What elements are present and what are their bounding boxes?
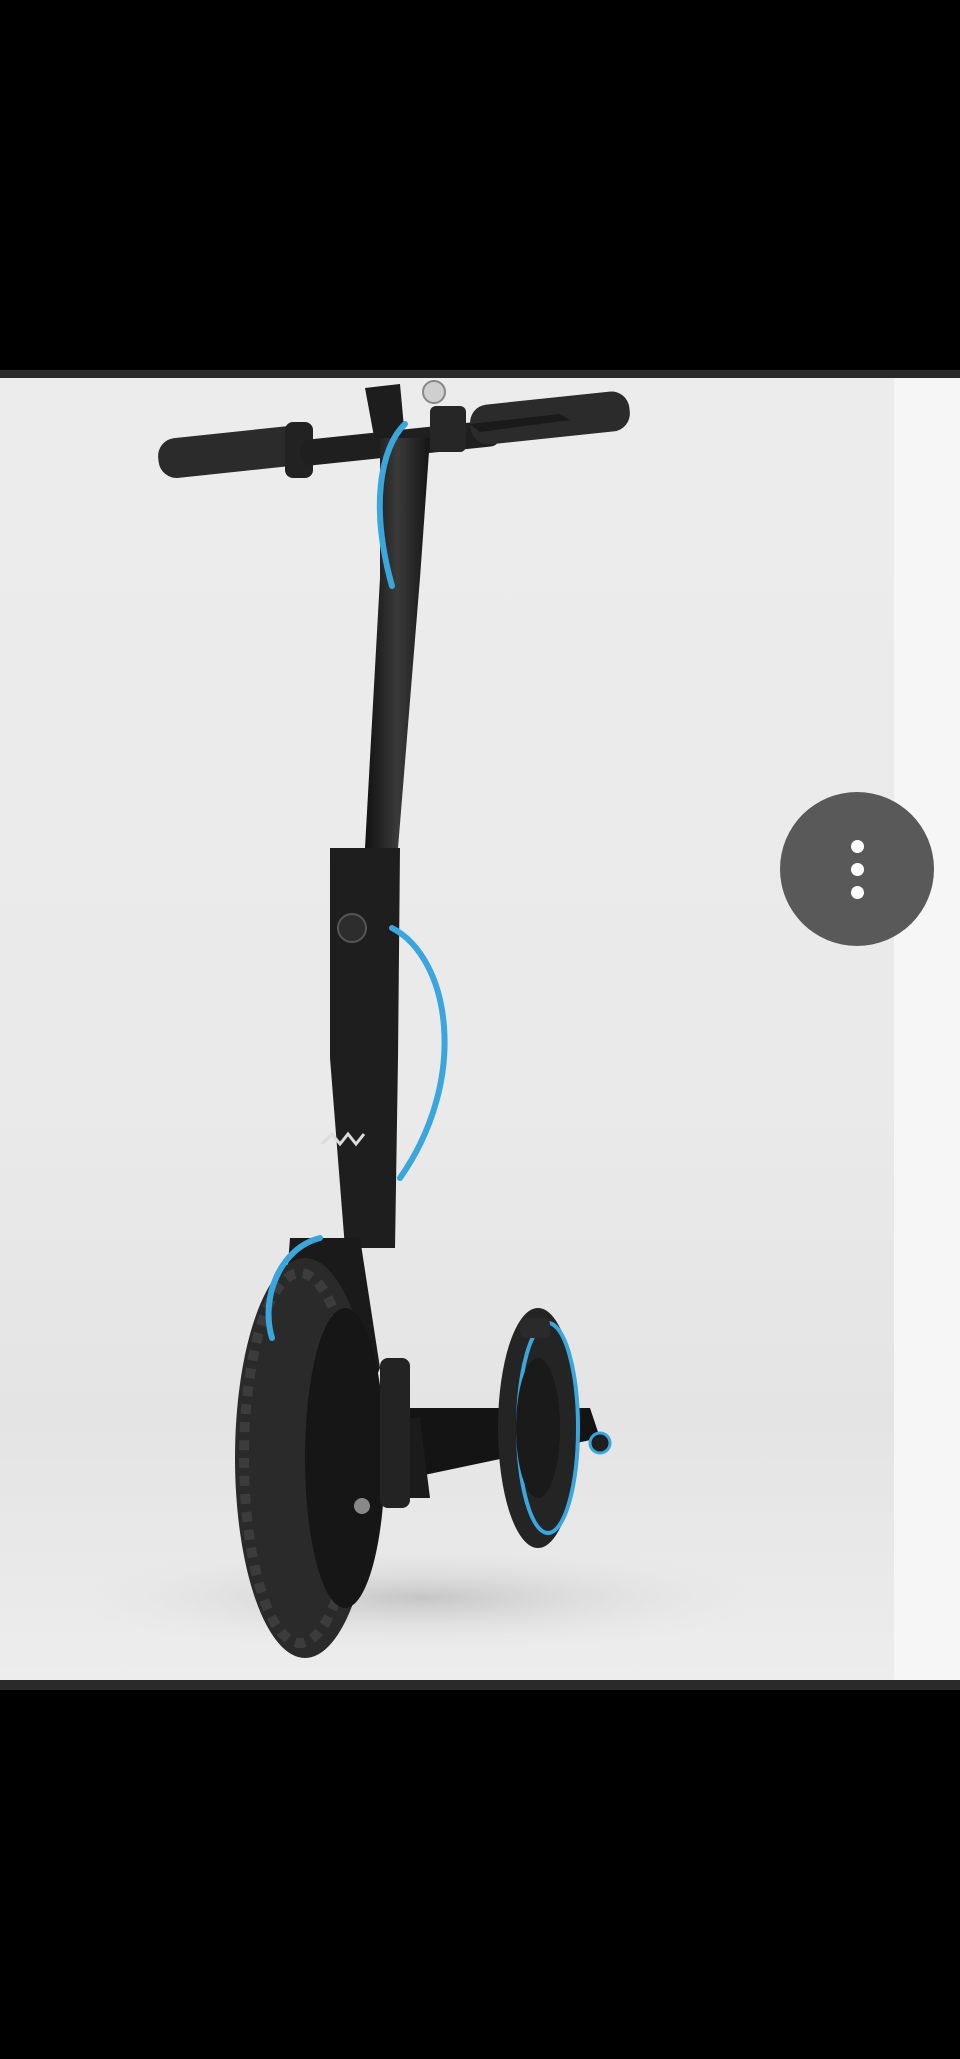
floor-shadow [60,1543,780,1653]
more-vert-icon-dot [850,862,864,876]
bottom-letterbox [0,1690,960,2059]
scooter-illustration [60,380,780,1658]
bell-icon [422,380,446,404]
stem [365,438,430,848]
more-vert-icon [850,839,864,853]
stem-sleeve [330,848,400,1248]
more-vert-icon-dot [850,885,864,899]
image-viewer [0,0,960,2059]
scooter-photo[interactable] [0,378,960,1680]
more-options-button[interactable] [780,792,934,946]
fold-button-icon [337,913,367,943]
photo-frame [0,370,960,1690]
top-letterbox [0,0,960,370]
rear-wheel [498,1308,580,1548]
hub-logo-icon [354,1498,370,1514]
